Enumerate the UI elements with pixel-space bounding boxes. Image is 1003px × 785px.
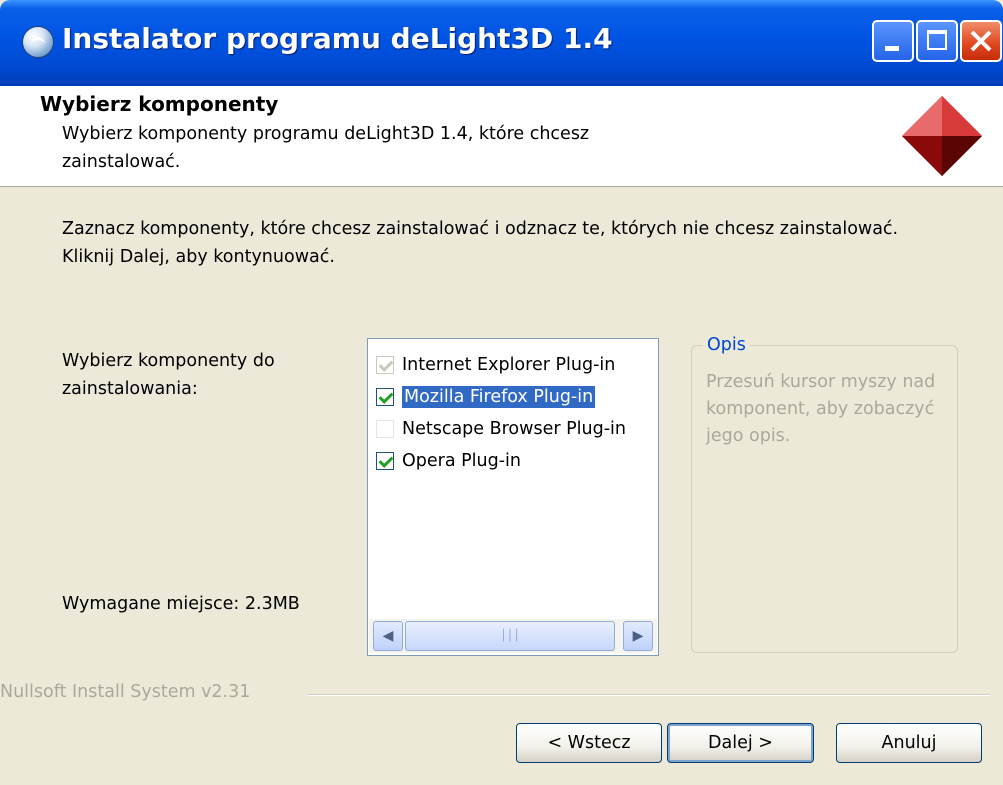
checkbox-netscape[interactable] xyxy=(376,420,394,438)
scroll-right-button[interactable]: ▶ xyxy=(623,621,653,651)
cancel-button[interactable]: Anuluj xyxy=(836,723,982,763)
nsis-logo-icon xyxy=(902,96,982,176)
item-label: Opera Plug-in xyxy=(402,451,522,471)
scroll-left-button[interactable]: ◀ xyxy=(373,621,403,651)
grip-icon: │││ xyxy=(500,629,520,642)
item-label: Internet Explorer Plug-in xyxy=(402,355,616,375)
description-legend: Opis xyxy=(703,335,750,355)
installer-app-icon xyxy=(22,26,54,58)
minimize-icon xyxy=(885,46,899,51)
page-subtitle: Wybierz komponenty programu deLight3D 1.… xyxy=(62,124,590,172)
maximize-icon xyxy=(927,30,947,50)
maximize-button[interactable] xyxy=(916,20,958,62)
scroll-thumb[interactable]: │││ xyxy=(405,621,615,651)
list-item-mozilla-firefox[interactable]: Mozilla Firefox Plug-in xyxy=(376,383,596,411)
window-title: Instalator programu deLight3D 1.4 xyxy=(62,22,613,55)
description-text: Przesuń kursor myszy nad komponent, aby … xyxy=(706,372,936,446)
next-button[interactable]: Dalej > xyxy=(667,723,814,763)
back-button[interactable]: < Wstecz xyxy=(516,723,662,763)
item-label: Netscape Browser Plug-in xyxy=(402,419,626,439)
title-bar[interactable]: Instalator programu deLight3D 1.4 xyxy=(0,0,1003,86)
list-item-opera[interactable]: Opera Plug-in xyxy=(376,447,521,475)
installer-window: Instalator programu deLight3D 1.4 Wybier… xyxy=(0,0,1003,785)
checkbox-internet-explorer[interactable] xyxy=(376,356,394,374)
close-button[interactable] xyxy=(960,20,1002,62)
components-label: Wybierz komponenty do zainstalowania: xyxy=(62,351,275,399)
item-label: Mozilla Firefox Plug-in xyxy=(402,386,596,408)
components-list[interactable]: Internet Explorer Plug-in Mozilla Firefo… xyxy=(367,338,659,656)
page-title: Wybierz komponenty xyxy=(40,92,279,116)
space-required: Wymagane miejsce: 2.3MB xyxy=(62,594,300,614)
branding-text: Nullsoft Install System v2.31 xyxy=(0,682,251,702)
minimize-button[interactable] xyxy=(872,20,914,62)
list-item-netscape[interactable]: Netscape Browser Plug-in xyxy=(376,415,626,443)
intro-text: Zaznacz komponenty, które chcesz zainsta… xyxy=(62,219,899,267)
chevron-left-icon: ◀ xyxy=(382,628,394,644)
checkbox-opera[interactable] xyxy=(376,452,394,470)
close-icon xyxy=(970,30,992,52)
list-item-internet-explorer[interactable]: Internet Explorer Plug-in xyxy=(376,351,615,379)
chevron-right-icon: ▶ xyxy=(632,628,644,644)
branding-divider xyxy=(308,694,990,696)
horizontal-scrollbar[interactable]: ◀ │││ ▶ xyxy=(369,619,657,653)
checkbox-mozilla-firefox[interactable] xyxy=(376,388,394,406)
